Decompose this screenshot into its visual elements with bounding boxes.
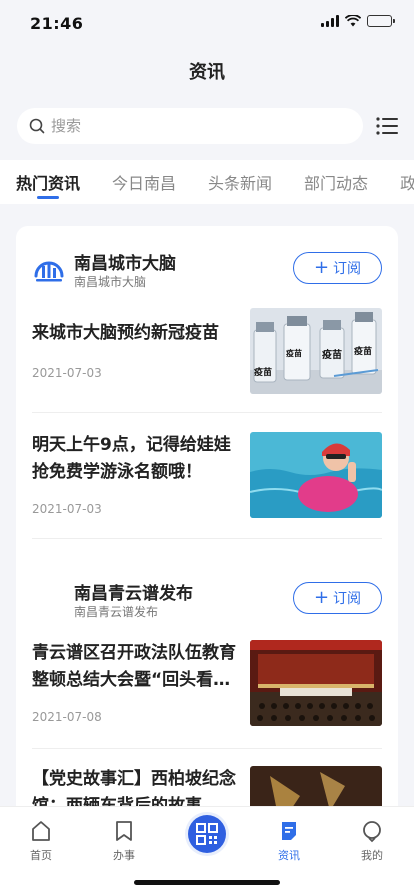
article-date: 2021-07-03 (32, 502, 102, 516)
user-icon (363, 821, 381, 843)
status-icons (321, 15, 395, 27)
channel-header: 南昌城市大脑 南昌城市大脑 + 订阅 (16, 248, 398, 292)
city-brain-logo-icon (34, 261, 64, 282)
nav-profile-label: 我的 (361, 849, 383, 862)
qr-scan-button[interactable] (188, 815, 226, 853)
vaccine-label-4: 疫苗 (354, 345, 372, 357)
nav-news-label: 资讯 (278, 849, 300, 862)
article-item[interactable]: 明天上午9点，记得给娃娃抢免费学游泳名额哦！ 2021-07-03 (32, 432, 382, 522)
search-input[interactable] (51, 117, 331, 135)
divider (32, 538, 382, 539)
tab-headlines[interactable]: 头条新闻 (208, 160, 272, 204)
tab-today-nanchang[interactable]: 今日南昌 (112, 160, 176, 204)
page-title: 资讯 (189, 62, 225, 83)
subscribe-button[interactable]: + 订阅 (293, 582, 382, 614)
subscribe-label: 订阅 (333, 591, 362, 607)
plus-icon: + (313, 257, 330, 278)
article-title: 青云谱区召开政法队伍教育整顿总结大会暨“回头看… (32, 643, 236, 690)
subscribe-button[interactable]: + 订阅 (293, 252, 382, 284)
bookmark-icon (116, 821, 132, 841)
tab-government[interactable]: 政 (400, 160, 414, 204)
channel-header: 南昌青云谱发布 南昌青云谱发布 + 订阅 (16, 578, 398, 622)
vaccine-thumbnail: 疫苗 疫苗 疫苗 疫苗 (250, 308, 382, 394)
meeting-hall-thumbnail (250, 640, 382, 726)
tab-hot-news[interactable]: 热门资讯 (16, 160, 80, 204)
divider (32, 412, 382, 413)
channel-name: 南昌青云谱发布 (74, 584, 193, 604)
vaccine-label-3: 疫苗 (322, 348, 342, 361)
category-tabs: 热门资讯 今日南昌 头条新闻 部门动态 政 (0, 160, 414, 204)
subscribe-label: 订阅 (333, 261, 362, 277)
channel-subtitle: 南昌青云谱发布 (74, 605, 159, 619)
nav-services[interactable]: 办事 (94, 819, 154, 863)
search-bar[interactable] (17, 108, 363, 144)
article-date: 2021-07-08 (32, 710, 102, 724)
nav-home[interactable]: 首页 (11, 819, 71, 863)
tab-department-news[interactable]: 部门动态 (304, 160, 368, 204)
channel-name: 南昌城市大脑 (74, 254, 176, 274)
wifi-icon (345, 15, 361, 27)
nav-services-label: 办事 (113, 849, 135, 862)
battery-icon (367, 15, 395, 27)
article-date: 2021-07-03 (32, 366, 102, 380)
nav-home-label: 首页 (30, 849, 52, 862)
news-icon (282, 822, 296, 840)
list-menu-icon[interactable] (376, 116, 398, 136)
divider (32, 748, 382, 749)
search-icon (29, 118, 45, 134)
article-title: 明天上午9点，记得给娃娃抢免费学游泳名额哦！ (32, 435, 231, 482)
home-indicator (134, 880, 280, 885)
vaccine-label-2: 疫苗 (286, 348, 302, 358)
home-icon (32, 821, 50, 841)
status-time: 21:46 (30, 14, 84, 33)
status-bar: 21:46 (0, 0, 414, 50)
article-title: 来城市大脑预约新冠疫苗 (32, 323, 219, 343)
article-item[interactable]: 青云谱区召开政法队伍教育整顿总结大会暨“回头看… 2021-07-08 (32, 640, 382, 730)
qr-code-icon (196, 823, 218, 845)
nav-profile[interactable]: 我的 (342, 819, 402, 863)
news-card: 南昌城市大脑 南昌城市大脑 + 订阅 来城市大脑预约新冠疫苗 2021-07-0… (16, 226, 398, 866)
plus-icon: + (313, 587, 330, 608)
article-item[interactable]: 来城市大脑预约新冠疫苗 2021-07-03 疫苗 疫苗 疫苗 疫苗 (32, 308, 382, 398)
vaccine-label-1: 疫苗 (254, 366, 272, 378)
channel-subtitle: 南昌城市大脑 (74, 275, 147, 289)
swimming-thumbnail (250, 432, 382, 518)
cellular-signal-icon (321, 15, 339, 27)
nav-news[interactable]: 资讯 (259, 819, 319, 863)
